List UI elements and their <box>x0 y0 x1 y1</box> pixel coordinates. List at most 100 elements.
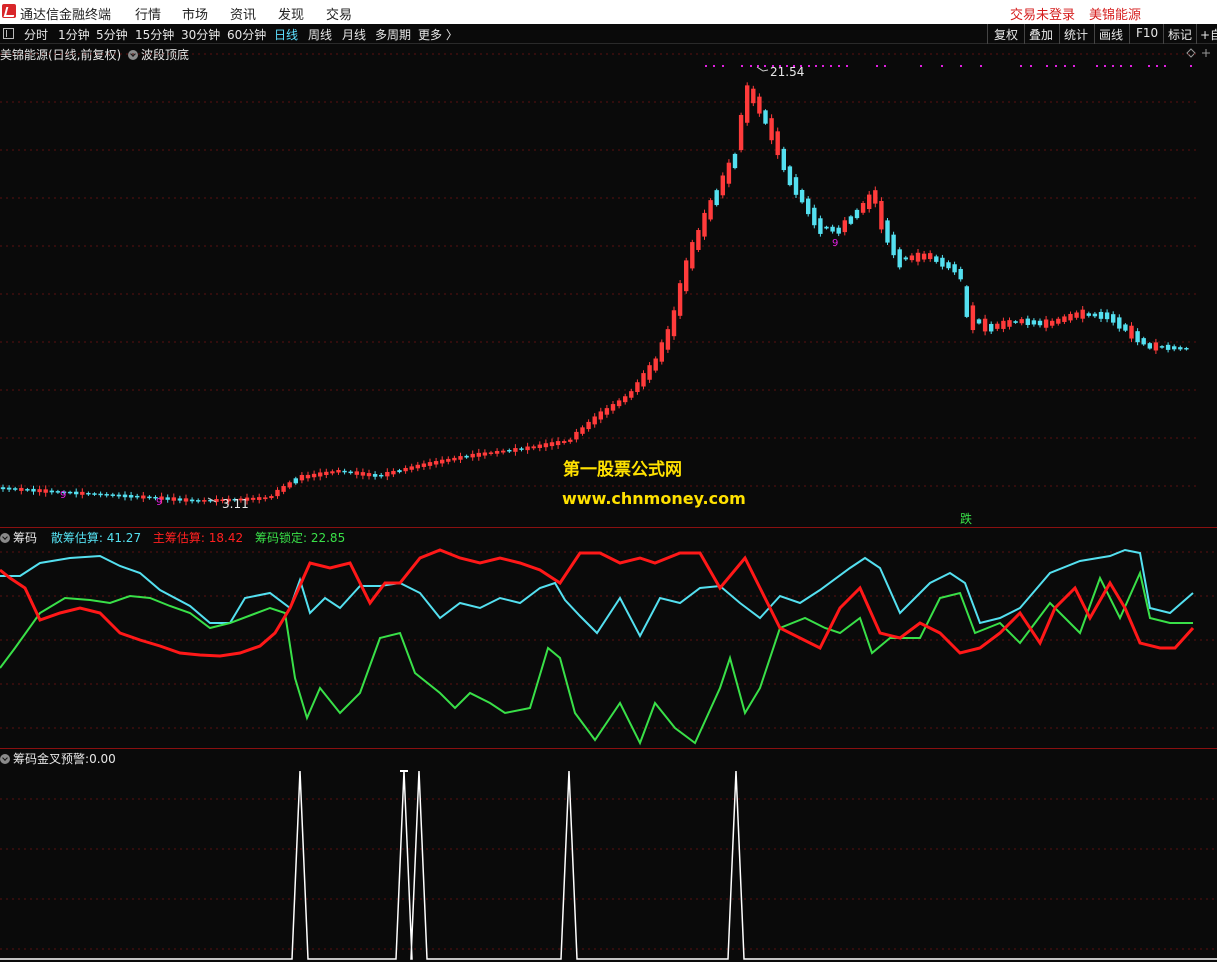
candle-body <box>1080 309 1085 319</box>
candle-body <box>122 494 128 498</box>
high-pointer-icon <box>756 66 769 72</box>
signal-dot <box>1112 65 1114 67</box>
period-tab-5min[interactable]: 5分钟 <box>96 26 128 43</box>
statistics-button[interactable]: 统计 <box>1064 26 1088 43</box>
login-status[interactable]: 交易未登录 <box>1010 4 1075 23</box>
period-tab-more[interactable]: 更多 〉 <box>418 26 458 43</box>
candle-body <box>446 458 451 462</box>
candle-body <box>1153 342 1159 351</box>
candle-body <box>531 446 536 449</box>
f10-button[interactable]: F10 <box>1136 26 1158 40</box>
candle-body <box>915 252 921 262</box>
candle-body <box>818 218 823 234</box>
stock-name: 美锦能源 <box>1089 8 1142 23</box>
main-annotations: 21.54 3.11 9 9 9 跌 <box>60 65 972 526</box>
candle-body <box>1031 320 1037 325</box>
candle-body <box>80 491 85 495</box>
candle-body <box>891 234 896 256</box>
cross-warning-chart[interactable] <box>0 749 1217 962</box>
candle-body <box>586 421 591 430</box>
candle-body <box>385 471 390 477</box>
candle-body <box>934 256 939 262</box>
candle-body <box>391 470 396 475</box>
mark-button[interactable]: 标记 <box>1168 26 1192 43</box>
period-tab-60min[interactable]: 60分钟 <box>227 26 266 43</box>
period-tab-intraday[interactable]: 分时 <box>24 26 48 43</box>
menu-discover[interactable]: 发现 <box>278 4 304 23</box>
candle-body <box>202 500 207 502</box>
fall-signal-label: 跌 <box>960 511 972 526</box>
candle-body <box>171 497 176 501</box>
add-watchlist-button[interactable]: +自 <box>1200 26 1217 43</box>
period-tab-multi[interactable]: 多周期 <box>375 26 411 43</box>
candle-body <box>513 448 518 452</box>
candle-body <box>1104 312 1110 320</box>
app-logo-icon <box>2 4 16 18</box>
candle-body <box>665 329 671 350</box>
candle-body <box>1013 321 1018 323</box>
menu-trade[interactable]: 交易 <box>326 4 352 23</box>
signal-dot <box>722 65 724 67</box>
candle-body <box>92 493 97 495</box>
marker-9: 9 <box>60 490 66 501</box>
locked-chip-line <box>0 569 1193 746</box>
chip-grid <box>0 551 1217 729</box>
candle-body <box>812 207 817 226</box>
period-tab-daily[interactable]: 日线 <box>274 26 298 43</box>
sidebar-toggle-icon[interactable] <box>3 28 14 39</box>
candle-body <box>189 499 195 502</box>
candle-body <box>250 497 256 500</box>
candle-body <box>311 473 317 478</box>
candle-body <box>1019 319 1024 324</box>
menu-market[interactable]: 市场 <box>182 4 208 23</box>
period-tab-15min[interactable]: 15分钟 <box>135 26 174 43</box>
candle-body <box>1050 320 1055 326</box>
high-label: 21.54 <box>770 65 804 79</box>
candle-body <box>958 268 963 280</box>
candle-body <box>165 497 170 500</box>
signal-dot <box>1148 65 1150 67</box>
candle-body <box>427 462 433 466</box>
period-tab-weekly[interactable]: 周线 <box>308 26 332 43</box>
candle-body <box>494 451 500 454</box>
signal-dot <box>1073 65 1075 67</box>
period-tab-1min[interactable]: 1分钟 <box>58 26 90 43</box>
candle-body <box>403 467 408 472</box>
signal-dot <box>1164 65 1166 67</box>
signal-dot <box>705 65 707 67</box>
toolbar-separator <box>987 24 988 44</box>
candle-body <box>726 162 732 184</box>
candle-body <box>379 474 384 477</box>
candle-body <box>1141 338 1146 345</box>
candle-body <box>128 495 134 498</box>
chip-indicator-chart[interactable] <box>0 528 1217 748</box>
candle-body <box>1086 313 1091 316</box>
menu-market-quotes[interactable]: 行情 <box>135 4 161 23</box>
candle-body <box>397 470 402 473</box>
candle-body <box>623 396 628 403</box>
menu-news[interactable]: 资讯 <box>230 4 256 23</box>
candle-body <box>299 474 305 481</box>
toolbar-separator <box>1024 24 1025 44</box>
candle-body <box>848 216 854 224</box>
toolbar-separator <box>1129 24 1130 44</box>
draw-line-button[interactable]: 画线 <box>1099 26 1123 43</box>
candle-body <box>1123 324 1128 331</box>
candle-body <box>196 500 201 502</box>
watermark-url: www.chnmoney.com <box>562 489 746 508</box>
candle-body <box>799 189 805 203</box>
period-tab-monthly[interactable]: 月线 <box>342 26 366 43</box>
signal-dot <box>822 65 824 67</box>
candle-body <box>1025 318 1030 325</box>
restore-rights-button[interactable]: 复权 <box>994 26 1018 43</box>
signal-dot <box>1030 65 1032 67</box>
candle-body <box>982 318 988 332</box>
overlay-button[interactable]: 叠加 <box>1029 26 1053 43</box>
period-tab-30min[interactable]: 30分钟 <box>181 26 220 43</box>
candle-body <box>1184 347 1189 350</box>
candle-body <box>690 242 695 269</box>
candle-body <box>714 190 719 206</box>
candle-body <box>452 457 457 461</box>
scattered-chip-line <box>0 548 1194 639</box>
candle-body <box>1074 312 1079 318</box>
